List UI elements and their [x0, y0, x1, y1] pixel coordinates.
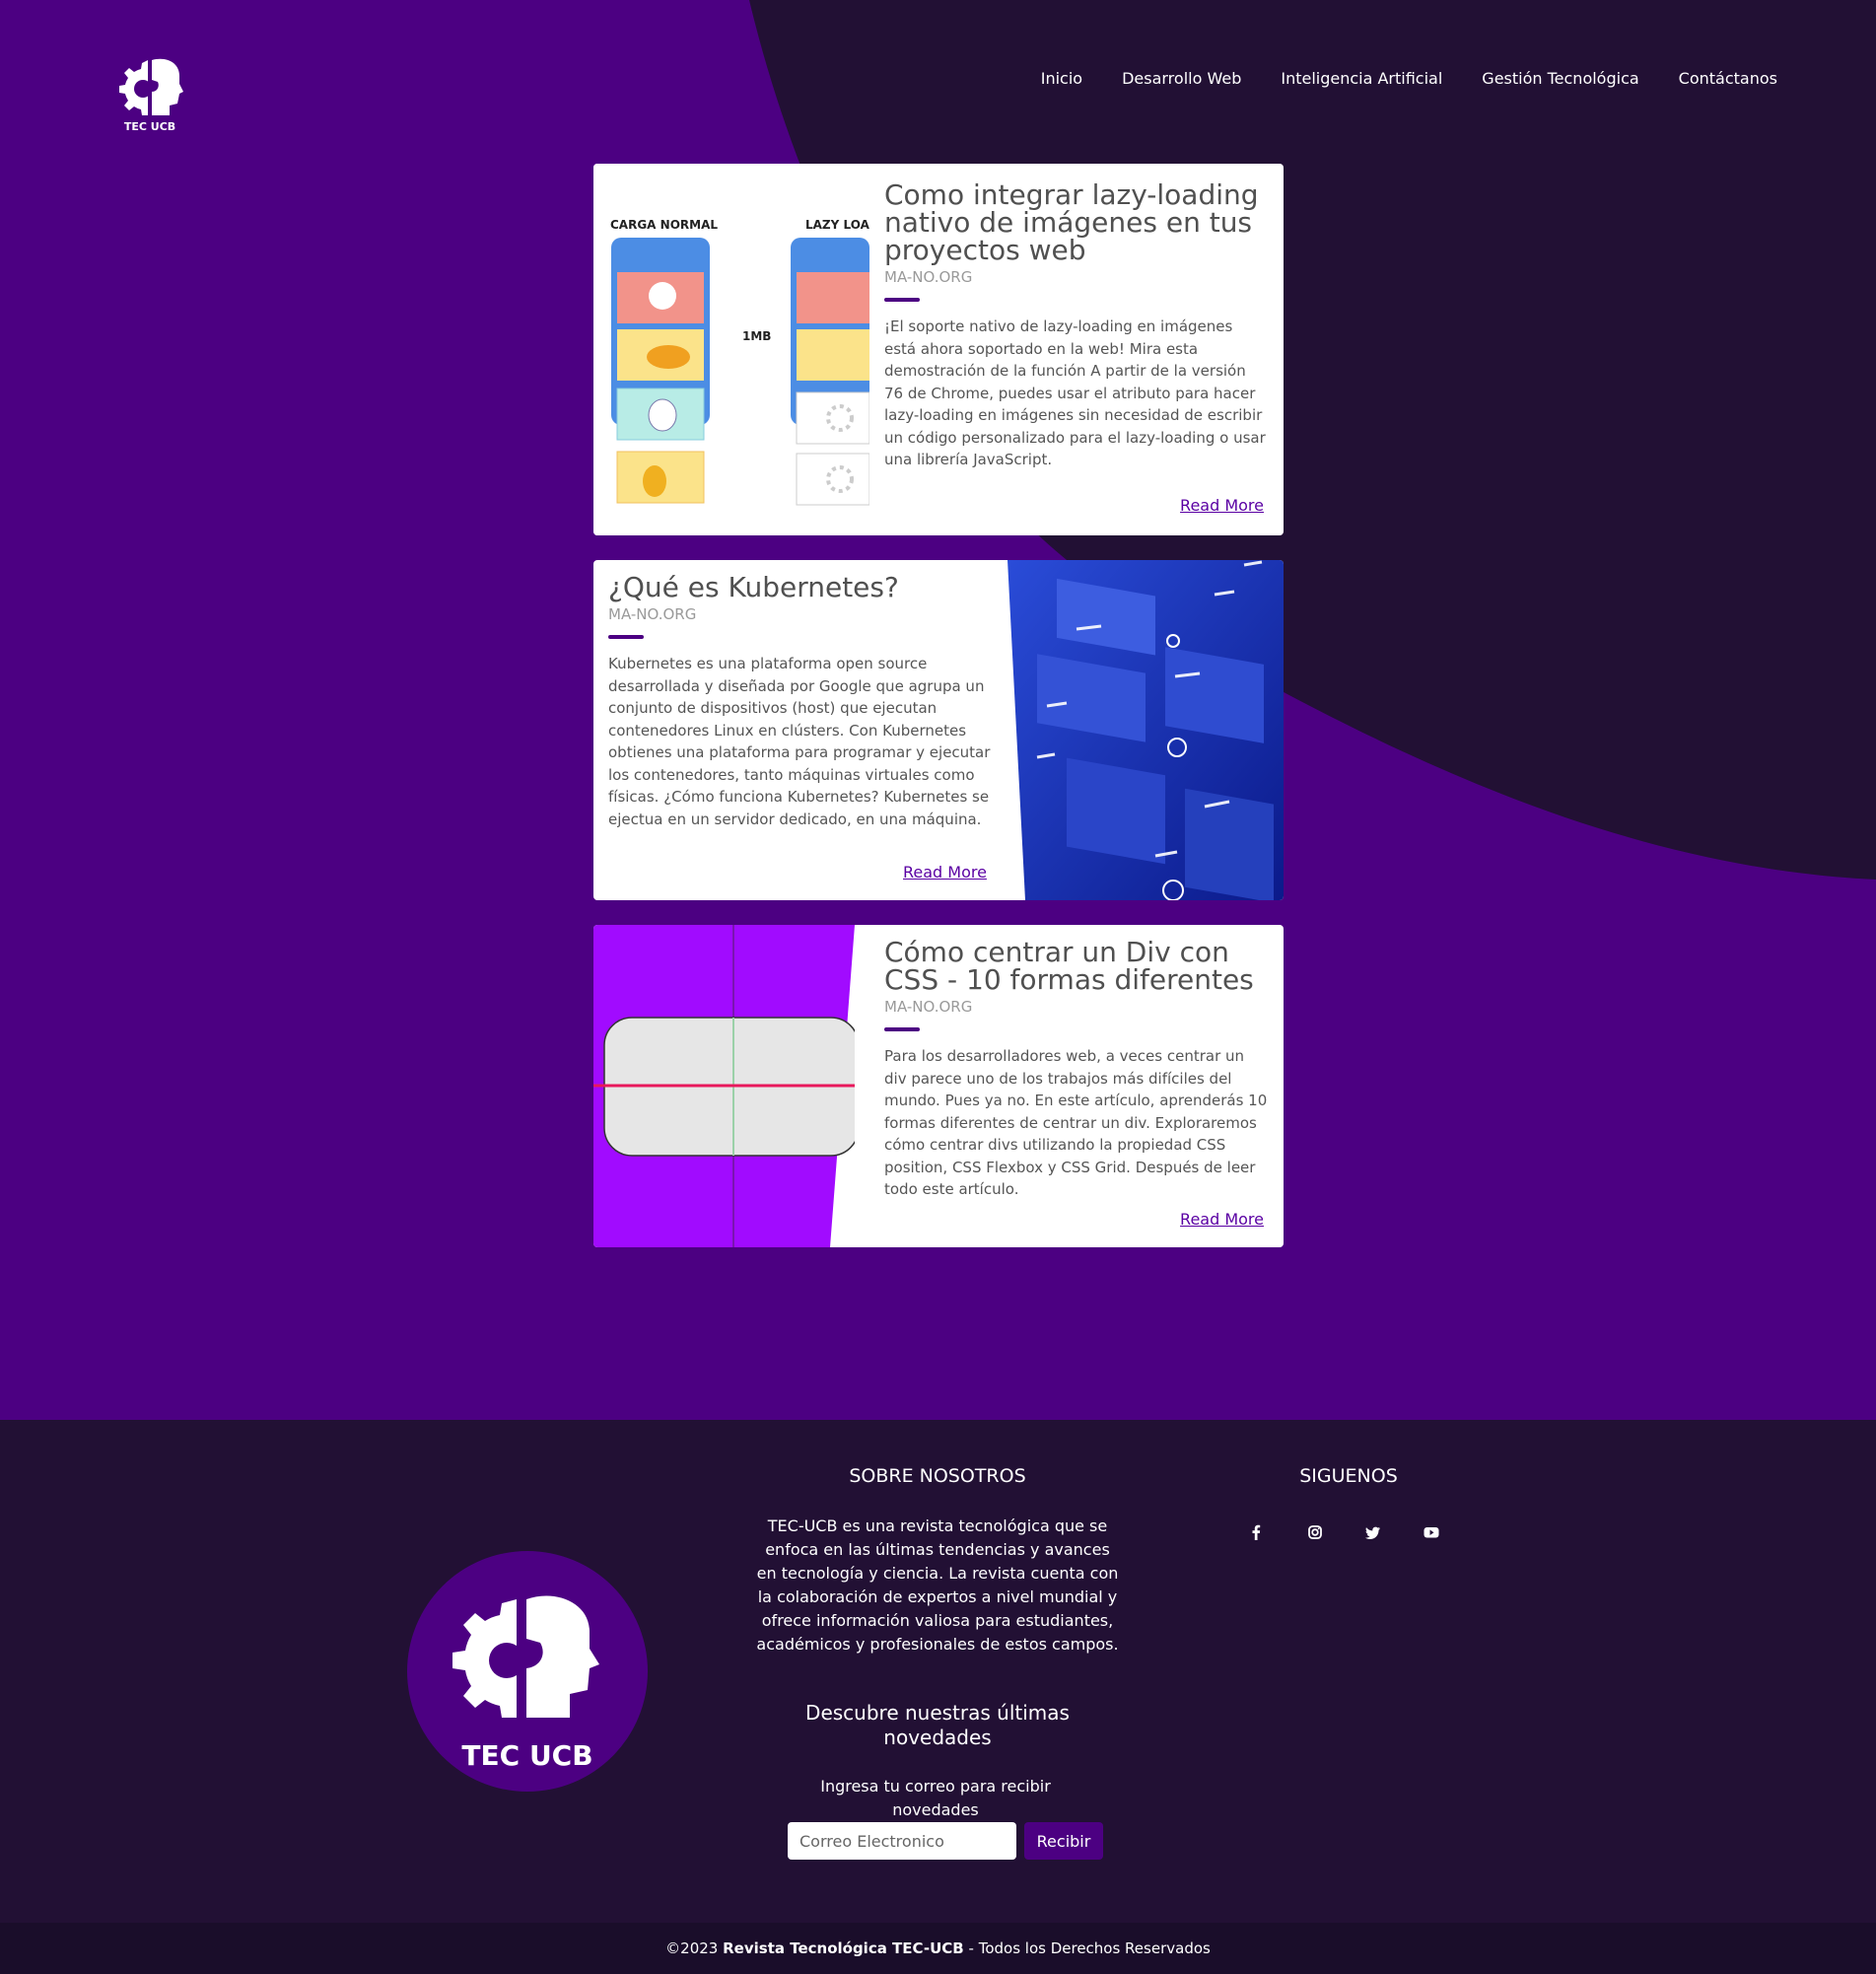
image-label-normal: CARGA NORMAL: [610, 218, 718, 232]
follow-title: SIGUENOS: [1299, 1465, 1398, 1487]
article-card: Cómo centrar un Div con CSS - 10 formas …: [593, 925, 1284, 1247]
article-card: ¿Qué es Kubernetes? MA-NO.ORG Kubernetes…: [593, 560, 1284, 900]
newsletter-text: Ingresa tu correo para recibir novedades: [820, 1777, 1051, 1819]
nav-inicio[interactable]: Inicio: [1041, 69, 1082, 88]
title-underline: [884, 1027, 920, 1031]
article-card: CARGA NORMAL LAZY LOA 1MB Como integrar …: [593, 164, 1284, 535]
footer-logo: TEC UCB: [407, 1551, 648, 1792]
copyright-prefix: ©2023: [665, 1939, 724, 1957]
article-excerpt: ¡El soporte nativo de lazy-loading en im…: [884, 317, 1266, 468]
image-label-size: 1MB: [742, 329, 771, 343]
article-source: MA-NO.ORG: [884, 998, 973, 1016]
twitter-icon[interactable]: [1362, 1521, 1384, 1543]
about-title: SOBRE NOSOTROS: [849, 1465, 1026, 1487]
site-logo[interactable]: TEC UCB: [114, 54, 185, 133]
email-input[interactable]: [788, 1822, 1016, 1860]
article-source: MA-NO.ORG: [608, 605, 697, 623]
nav-desarrollo-web[interactable]: Desarrollo Web: [1122, 69, 1241, 88]
article-title[interactable]: Como integrar lazy-loading nativo de imá…: [884, 181, 1269, 264]
nav-gestion-tecnologica[interactable]: Gestión Tecnológica: [1482, 69, 1638, 88]
subscribe-button[interactable]: Recibir: [1024, 1822, 1103, 1860]
article-image-lazy-loading: CARGA NORMAL LAZY LOA 1MB: [593, 164, 869, 535]
read-more-link[interactable]: Read More: [1180, 496, 1264, 515]
article-title[interactable]: Cómo centrar un Div con CSS - 10 formas …: [884, 939, 1269, 994]
article-image-center-div: [593, 925, 855, 1247]
article-excerpt: Para los desarrolladores web, a veces ce…: [884, 1047, 1268, 1198]
copyright-brand: Revista Tecnológica TEC-UCB: [723, 1939, 964, 1957]
title-underline: [608, 635, 644, 639]
nav-contactanos[interactable]: Contáctanos: [1679, 69, 1777, 88]
read-more-link[interactable]: Read More: [903, 863, 987, 881]
nav-inteligencia-artificial[interactable]: Inteligencia Artificial: [1281, 69, 1442, 88]
copyright-suffix: - Todos los Derechos Reservados: [963, 1939, 1211, 1957]
instagram-icon[interactable]: [1304, 1521, 1326, 1543]
site-header: TEC UCB Inicio Desarrollo Web Inteligenc…: [0, 0, 1876, 148]
newsletter-title: Descubre nuestras últimas novedades: [805, 1701, 1070, 1749]
footer-logo-text: TEC UCB: [461, 1739, 592, 1772]
article-image-kubernetes: [1007, 560, 1284, 900]
article-title[interactable]: ¿Qué es Kubernetes?: [608, 574, 993, 601]
youtube-icon[interactable]: [1421, 1521, 1442, 1543]
image-label-lazy: LAZY LOA: [805, 218, 869, 232]
article-source: MA-NO.ORG: [884, 268, 973, 286]
copyright-bar: ©2023 Revista Tecnológica TEC-UCB - Todo…: [0, 1923, 1876, 1974]
read-more-link[interactable]: Read More: [1180, 1210, 1264, 1229]
article-excerpt: Kubernetes es una plataforma open source…: [608, 655, 991, 828]
about-text: TEC-UCB es una revista tecnológica que s…: [756, 1516, 1119, 1654]
main-nav: Inicio Desarrollo Web Inteligencia Artif…: [1041, 69, 1777, 88]
facebook-icon[interactable]: [1245, 1521, 1267, 1543]
logo-text: TEC UCB: [124, 120, 175, 133]
title-underline: [884, 298, 920, 302]
